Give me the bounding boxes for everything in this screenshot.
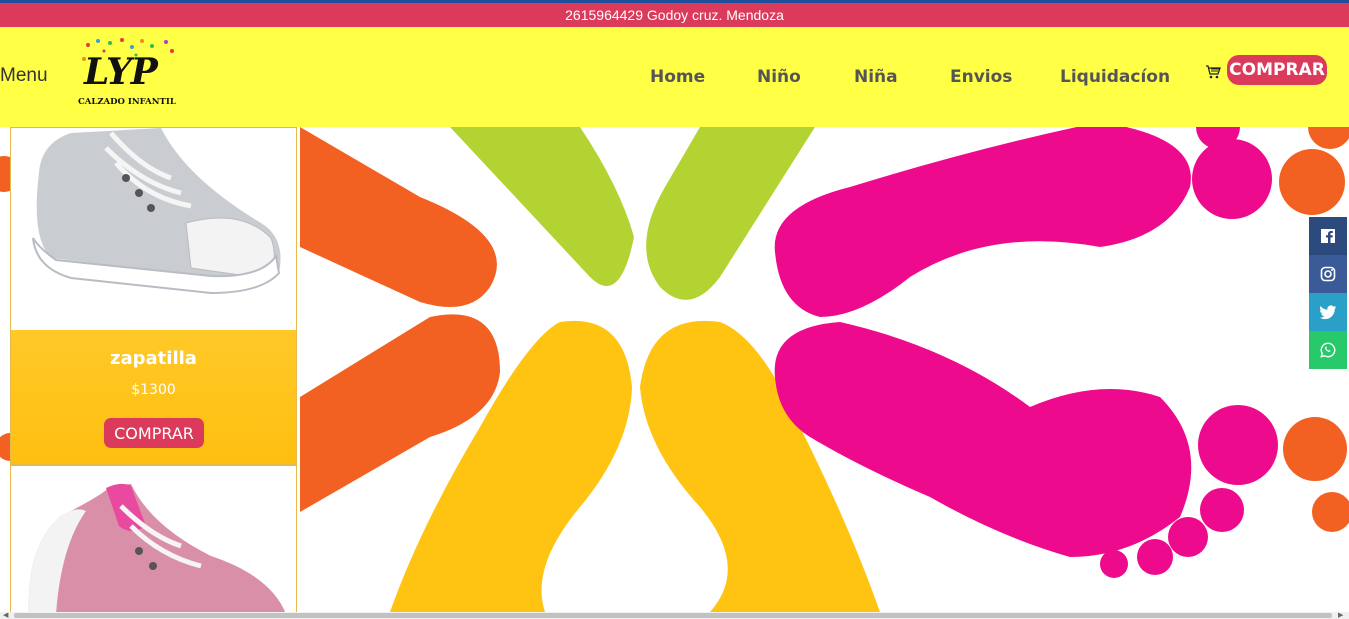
logo[interactable]: LYP CALZADO INFANTIL [76, 37, 186, 113]
twitter-icon [1319, 305, 1336, 320]
whatsapp-button[interactable] [1309, 331, 1347, 369]
cart-buy-button[interactable]: COMPRAR [1227, 55, 1327, 85]
cart-icon[interactable] [1205, 64, 1221, 80]
product-card[interactable]: zapatilla $1300 COMPRAR [10, 127, 297, 465]
product-image[interactable] [11, 466, 296, 614]
facebook-button[interactable] [1309, 217, 1347, 255]
product-title[interactable]: zapatilla [11, 348, 296, 369]
facebook-icon [1321, 229, 1335, 243]
logo-title: LYP [84, 51, 158, 93]
nav-envios[interactable]: Envios [950, 67, 1012, 87]
instagram-icon [1320, 266, 1336, 282]
nav-nino[interactable]: Niño [757, 67, 801, 87]
nav-home[interactable]: Home [650, 67, 705, 87]
product-info: zapatilla $1300 COMPRAR [11, 330, 296, 464]
sneaker-pink-icon [28, 483, 287, 614]
sneaker-silver-icon [32, 128, 281, 295]
scroll-left-icon[interactable]: ◀ [3, 612, 8, 619]
horizontal-scrollbar[interactable]: ◀ ▶ [0, 612, 1349, 619]
scroll-right-icon[interactable]: ▶ [1338, 612, 1343, 619]
contact-text: 2615964429 Godoy cruz. Mendoza [565, 7, 784, 23]
contact-bar: 2615964429 Godoy cruz. Mendoza [0, 3, 1349, 27]
instagram-button[interactable] [1309, 255, 1347, 293]
menu-toggle[interactable]: Menu [0, 65, 48, 87]
product-image[interactable] [11, 128, 296, 330]
twitter-button[interactable] [1309, 293, 1347, 331]
nav-liquidacion[interactable]: Liquidacíon [1060, 67, 1170, 87]
nav-nina[interactable]: Niña [854, 67, 898, 87]
logo-subtitle: CALZADO INFANTIL [78, 97, 176, 107]
product-card[interactable] [10, 465, 297, 615]
scrollbar-thumb[interactable] [14, 613, 1332, 618]
whatsapp-icon [1320, 342, 1336, 358]
site-header: Menu LYP CALZADO INFANTIL Home Niño Niña… [0, 27, 1349, 127]
product-buy-button[interactable]: COMPRAR [104, 418, 204, 448]
product-price: $1300 [131, 382, 176, 398]
